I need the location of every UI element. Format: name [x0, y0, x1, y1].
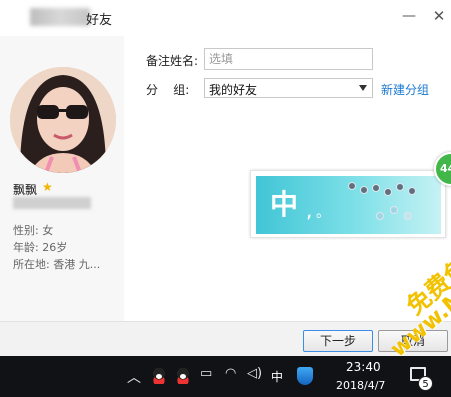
ad-dot: 。	[316, 205, 330, 221]
group-label: 分 组:	[146, 83, 190, 97]
bracelet-bead	[408, 187, 416, 195]
age-row: 年龄: 26岁	[13, 239, 67, 255]
bracelet-bead	[360, 186, 368, 194]
gender-label: 性别:	[13, 224, 39, 237]
bracelet-bead	[372, 184, 380, 192]
ad-comma: ,	[306, 198, 313, 222]
ad-image: 中 , 。	[256, 176, 441, 234]
group-select[interactable]: 我的好友	[204, 78, 373, 98]
chevron-down-icon	[359, 85, 367, 91]
qq-penguin-icon[interactable]	[175, 368, 191, 384]
star-icon: ★	[42, 180, 53, 194]
bracelet-bead	[390, 206, 398, 214]
qq-penguin-icon[interactable]	[151, 368, 167, 384]
battery-icon[interactable]: ▭	[200, 366, 212, 381]
group-value: 我的好友	[209, 83, 258, 97]
ad-banner[interactable]: 中 , 。	[250, 170, 446, 238]
qq-number-obscured	[13, 197, 91, 209]
wifi-icon[interactable]: ◠	[225, 366, 236, 381]
avatar-photo	[10, 67, 116, 173]
bracelet-bead	[348, 182, 356, 190]
close-button[interactable]: ✕	[428, 6, 450, 26]
gender-value: 女	[42, 224, 54, 237]
button-bar: 下一步 取消	[0, 321, 451, 356]
security-shield-icon[interactable]	[297, 367, 313, 385]
new-group-link[interactable]: 新建分组	[381, 81, 429, 98]
avatar	[10, 67, 116, 173]
location-label: 所在地:	[13, 258, 50, 271]
gender-row: 性别: 女	[13, 222, 53, 238]
next-button[interactable]: 下一步	[303, 330, 373, 352]
bracelet-bead	[384, 188, 392, 196]
ime-indicator[interactable]: 中	[271, 368, 283, 385]
chevron-up-icon[interactable]: ︿	[127, 367, 141, 387]
remark-label: 备注姓名:	[146, 54, 199, 68]
clock-time[interactable]: 23:40	[346, 360, 381, 374]
location-value: 香港 九...	[53, 258, 101, 271]
age-label: 年龄:	[13, 241, 39, 254]
add-friend-dialog: 好友 — ✕ 飘飘 ★ 性别: 女 年龄: 26岁 所在地: 香港 九... 备…	[0, 0, 451, 356]
title-bar: 好友 — ✕	[0, 0, 451, 36]
minimize-button[interactable]: —	[398, 6, 420, 26]
window-title: 好友	[86, 13, 113, 28]
clock-date[interactable]: 2018/4/7	[336, 379, 385, 392]
profile-panel: 飘飘 ★ 性别: 女 年龄: 26岁 所在地: 香港 九...	[0, 36, 124, 321]
bracelet-bead	[404, 212, 412, 220]
profile-name: 飘飘	[13, 183, 38, 197]
ad-char: 中	[270, 188, 299, 221]
location-row: 所在地: 香港 九...	[13, 256, 100, 272]
bracelet-bead	[396, 183, 404, 191]
taskbar: ︿ ▭ ◠ ◁) 中 23:40 2018/4/7 5	[0, 356, 451, 397]
notification-count-badge: 5	[418, 376, 433, 391]
remark-input[interactable]	[204, 48, 373, 70]
cancel-button[interactable]: 取消	[378, 330, 448, 352]
age-value: 26岁	[42, 241, 68, 254]
bracelet-bead	[376, 212, 384, 220]
title-obscured	[30, 8, 90, 26]
volume-icon[interactable]: ◁)	[247, 366, 262, 381]
